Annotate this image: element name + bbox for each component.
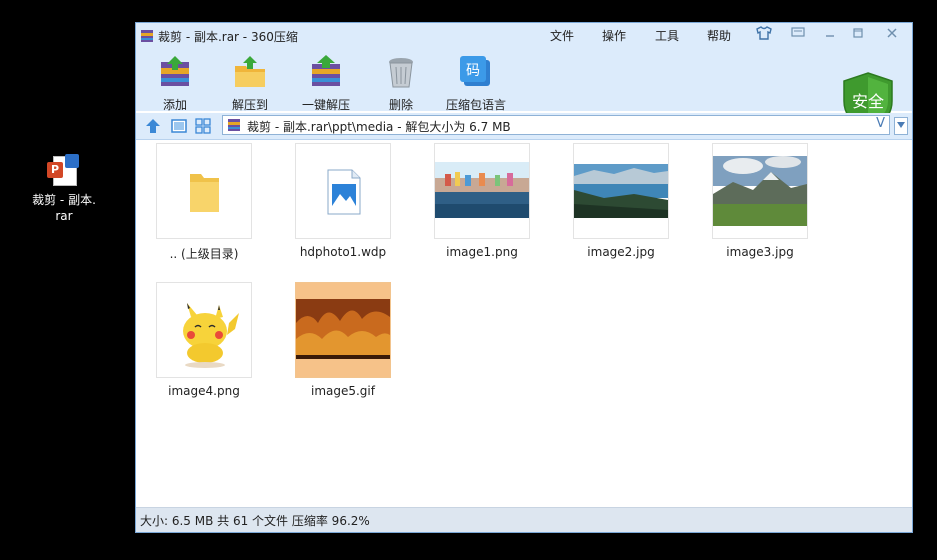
file-name: image2.jpg — [587, 245, 655, 259]
archive-window: 裁剪 - 副本.rar - 360压缩 文件 操作 工具 帮助 添加 解压到 一… — [135, 22, 913, 533]
desktop-file-icon[interactable]: P 裁剪 - 副本. rar — [22, 154, 106, 224]
status-text: 大小: 6.5 MB 共 61 个文件 压缩率 96.2% — [140, 514, 370, 528]
list-item-hdphoto1[interactable]: hdphoto1.wdp — [288, 143, 398, 259]
chevron-down-icon — [897, 122, 905, 128]
archive-language-button[interactable]: 码 压缩包语言 — [441, 51, 511, 113]
one-click-extract-button[interactable]: 一键解压 — [291, 51, 361, 113]
file-list: .. (上级目录) hdphoto1.wdp image1.png image2… — [136, 140, 912, 508]
address-path: 裁剪 - 副本.rar\ppt\media - 解包大小为 6.7 MB — [247, 120, 511, 134]
image2-thumbnail — [573, 143, 669, 239]
list-item-image2[interactable]: image2.jpg — [566, 143, 676, 259]
one-click-extract-icon — [312, 55, 340, 86]
menu-operate[interactable]: 操作 — [602, 27, 626, 44]
image4-thumbnail — [156, 282, 252, 378]
add-label: 添加 — [162, 98, 187, 112]
image1-thumbnail — [434, 143, 530, 239]
address-field[interactable]: 裁剪 - 副本.rar\ppt\media - 解包大小为 6.7 MB V — [222, 115, 890, 135]
address-dropdown-marker[interactable]: V — [876, 116, 885, 131]
address-archive-icon — [228, 119, 240, 131]
delete-label: 删除 — [388, 98, 413, 112]
address-dropdown-button[interactable] — [894, 117, 908, 135]
menu-help[interactable]: 帮助 — [707, 27, 731, 44]
file-name: image3.jpg — [726, 245, 794, 259]
file-name: .. (上级目录) — [169, 247, 239, 261]
toolbar: 添加 解压到 一键解压 删除 码 压缩包语言 安全 — [136, 49, 912, 130]
list-item-parent-dir[interactable]: .. (上级目录) — [149, 143, 259, 262]
list-item-image5[interactable]: image5.gif — [288, 282, 398, 398]
file-name: image1.png — [446, 245, 518, 259]
rar-archive-icon — [141, 30, 153, 42]
skin-shirt-icon[interactable] — [754, 26, 774, 44]
archive-language-label: 压缩包语言 — [445, 98, 506, 112]
file-name: image5.gif — [310, 384, 375, 398]
encoding-icon: 码 — [460, 56, 490, 86]
desktop-icon-label-line1: 裁剪 - 副本. — [32, 193, 96, 207]
trash-bin-icon — [389, 58, 413, 88]
file-name: hdphoto1.wdp — [299, 245, 387, 259]
feedback-icon[interactable] — [788, 26, 808, 44]
file-name: image4.png — [168, 384, 240, 398]
list-item-image3[interactable]: image3.jpg — [705, 143, 815, 259]
image5-thumbnail — [295, 282, 391, 378]
delete-button[interactable]: 删除 — [366, 51, 436, 113]
pptx-archive-icon: P — [47, 154, 81, 188]
window-title: 裁剪 - 副本.rar - 360压缩 — [158, 30, 298, 44]
extract-to-button[interactable]: 解压到 — [215, 51, 285, 113]
image3-thumbnail — [712, 143, 808, 239]
list-item-image4[interactable]: image4.png — [149, 282, 259, 398]
large-icon-view-icon[interactable] — [170, 117, 188, 135]
one-click-extract-label: 一键解压 — [301, 98, 350, 112]
minimize-icon[interactable] — [820, 26, 840, 44]
maximize-icon[interactable] — [848, 26, 868, 44]
add-button[interactable]: 添加 — [140, 51, 210, 113]
address-bar-row: 裁剪 - 副本.rar\ppt\media - 解包大小为 6.7 MB V — [136, 113, 912, 140]
title-bar[interactable]: 裁剪 - 副本.rar - 360压缩 文件 操作 工具 帮助 — [136, 23, 912, 49]
up-arrow-icon[interactable] — [144, 117, 162, 135]
small-icon-view-icon[interactable] — [194, 117, 212, 135]
encoding-badge-text: 码 — [466, 63, 480, 79]
safe-label: 安全 — [852, 92, 884, 111]
close-icon[interactable] — [882, 26, 902, 44]
image-file-icon — [295, 143, 391, 239]
folder-icon — [156, 143, 252, 239]
desktop-icon-label-line2: rar — [55, 209, 73, 223]
menu-file[interactable]: 文件 — [550, 27, 574, 44]
status-bar: 大小: 6.5 MB 共 61 个文件 压缩率 96.2% — [136, 507, 912, 532]
extract-to-label: 解压到 — [231, 98, 268, 112]
menu-tools[interactable]: 工具 — [655, 27, 679, 44]
list-item-image1[interactable]: image1.png — [427, 143, 537, 259]
add-archive-icon — [161, 56, 189, 86]
extract-folder-icon — [235, 56, 265, 87]
